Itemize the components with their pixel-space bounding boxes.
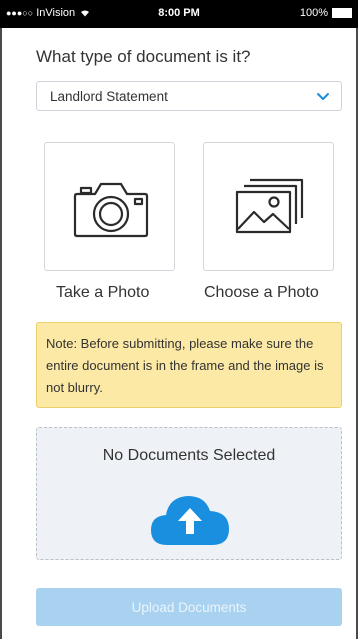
battery-percent: 100% — [299, 7, 328, 19]
gallery-icon — [235, 178, 304, 234]
camera-icon — [73, 182, 149, 238]
take-photo-label[interactable]: Take a Photo — [56, 284, 149, 302]
document-type-value: Landlord Statement — [50, 89, 168, 104]
choose-photo-label[interactable]: Choose a Photo — [204, 284, 319, 302]
dropzone-empty-text: No Documents Selected — [102, 447, 276, 464]
status-bar: ●●●○○ InVision 8:00 PM 100% — [0, 0, 358, 28]
battery-icon — [332, 8, 352, 18]
document-type-select[interactable]: Landlord Statement — [36, 81, 342, 111]
device-frame-left — [0, 0, 2, 639]
upload-documents-button[interactable]: Upload Documents — [36, 588, 342, 626]
choose-photo-button[interactable] — [203, 142, 334, 271]
document-type-question: What type of document is it? — [36, 47, 251, 66]
take-photo-button[interactable] — [44, 142, 175, 271]
document-dropzone[interactable]: No Documents Selected — [36, 427, 342, 560]
cloud-upload-icon[interactable] — [149, 491, 231, 547]
status-right: 100% — [300, 7, 352, 19]
note-warning: Note: Before submitting, please make sur… — [36, 322, 342, 408]
chevron-down-icon — [317, 93, 329, 100]
